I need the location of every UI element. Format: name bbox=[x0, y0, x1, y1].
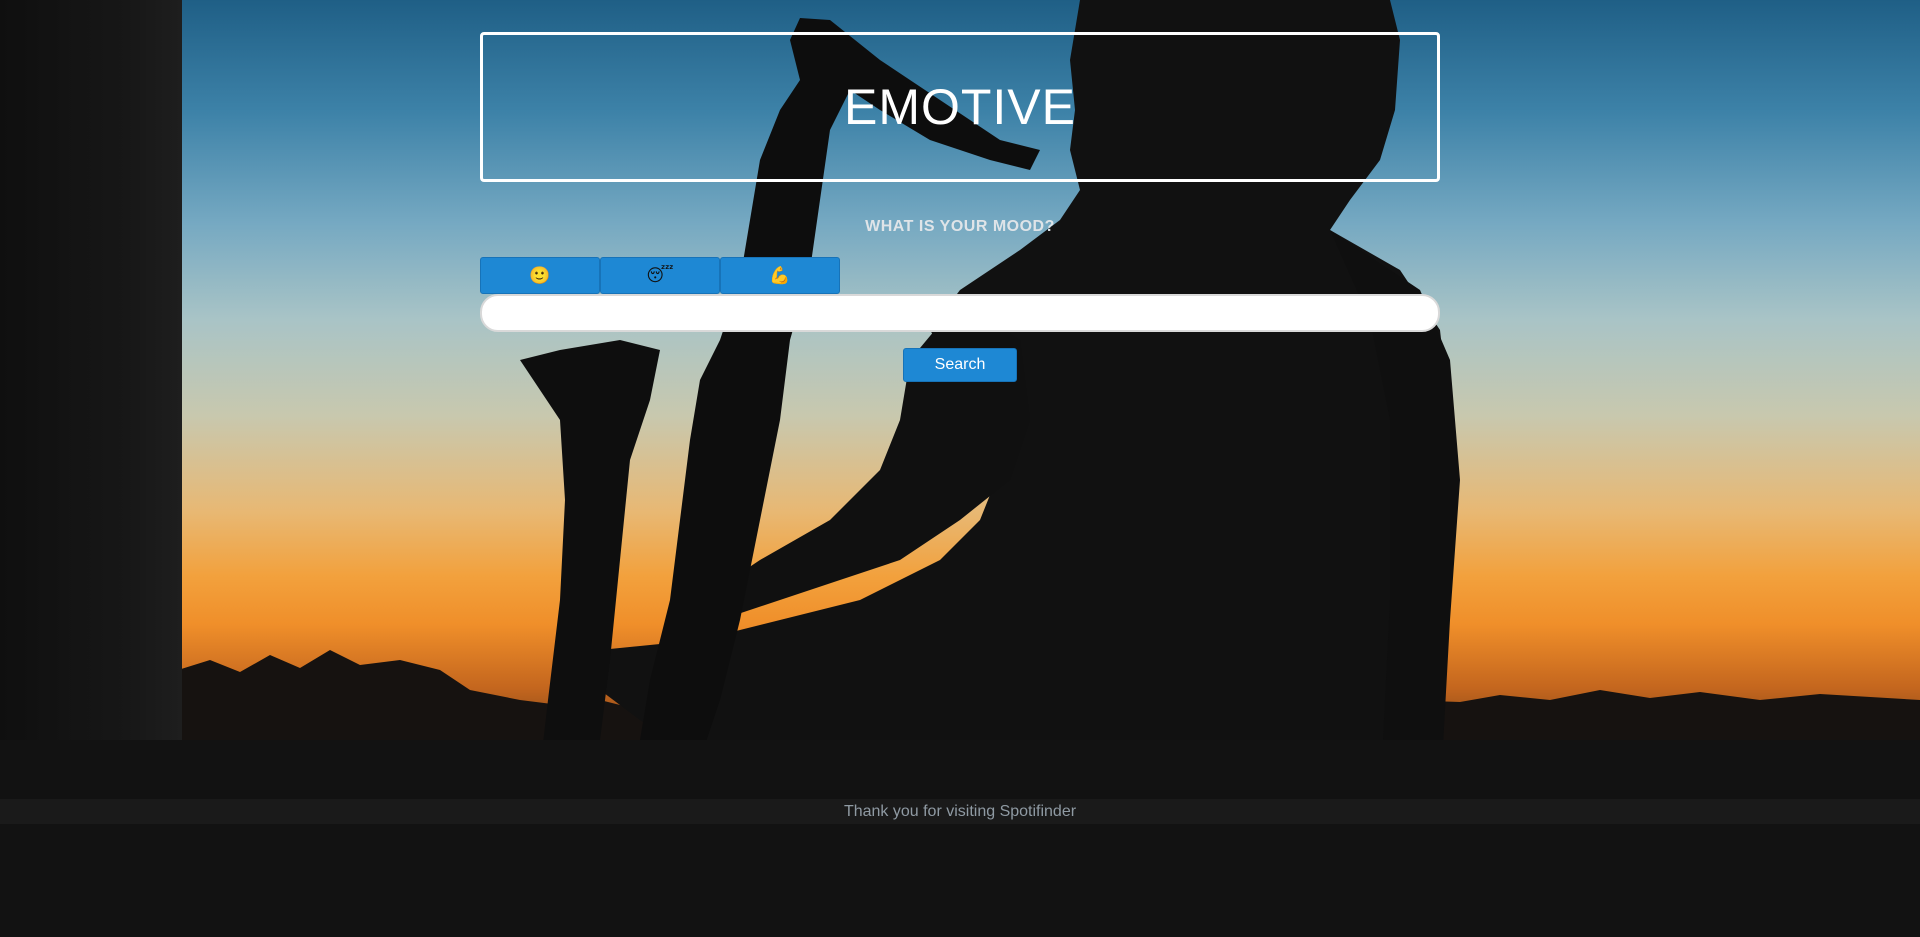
flexed-biceps-icon: 💪 bbox=[769, 265, 791, 285]
energetic-mood-button[interactable]: 💪 bbox=[720, 257, 840, 294]
mood-question: WHAT IS YOUR MOOD? bbox=[865, 218, 1055, 235]
ground-shadow bbox=[0, 740, 1920, 937]
app-title: EMOTIVE bbox=[843, 79, 1077, 135]
footer: Thank you for visiting Spotifinder bbox=[0, 799, 1920, 824]
search-input[interactable] bbox=[480, 294, 1440, 332]
search-row: Search bbox=[480, 348, 1440, 382]
happy-mood-button[interactable]: 🙂 bbox=[480, 257, 600, 294]
title-box: EMOTIVE bbox=[480, 32, 1440, 182]
slightly-smiling-face-icon: 🙂 bbox=[529, 265, 551, 285]
footer-text: Thank you for visiting Spotifinder bbox=[843, 802, 1077, 820]
mood-button-group: 🙂 😴 💪 bbox=[480, 257, 1440, 294]
sleeping-face-icon: 😴 bbox=[646, 265, 674, 285]
main-container: EMOTIVE WHAT IS YOUR MOOD? 🙂 😴 💪 Search bbox=[480, 32, 1440, 382]
sleepy-mood-button[interactable]: 😴 bbox=[600, 257, 720, 294]
search-button[interactable]: Search bbox=[903, 348, 1017, 382]
